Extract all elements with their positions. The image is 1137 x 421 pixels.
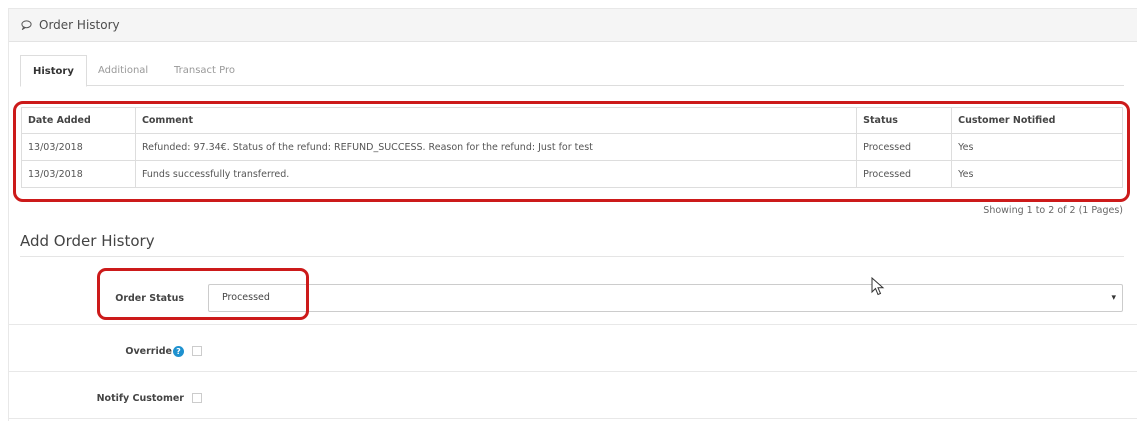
tab-transact-pro[interactable]: Transact Pro xyxy=(162,55,247,86)
cell-comment: Funds successfully transferred. xyxy=(134,160,858,188)
panel-title: Order History xyxy=(39,18,120,32)
column-header-customer-notified: Customer Notified xyxy=(951,107,1123,134)
column-header-date-added: Date Added xyxy=(21,107,136,134)
order-status-value: Processed xyxy=(222,292,270,303)
cell-notified: Yes xyxy=(951,133,1123,161)
history-table: Date Added Comment Status Customer Notif… xyxy=(21,107,1123,188)
panel-heading: Order History xyxy=(9,9,1137,42)
column-header-status: Status xyxy=(856,107,953,134)
tab-bar: History Additional Transact Pro xyxy=(20,55,1124,87)
notify-customer-checkbox[interactable] xyxy=(192,393,202,403)
cell-comment: Refunded: 97.34€. Status of the refund: … xyxy=(134,133,858,161)
order-status-select[interactable]: Processed ▾ xyxy=(208,284,1123,312)
dropdown-arrow-icon: ▾ xyxy=(1111,293,1116,303)
cell-date: 13/03/2018 xyxy=(21,133,136,161)
section-title: Add Order History xyxy=(20,232,155,250)
override-checkbox[interactable] xyxy=(192,346,202,356)
table-row: 13/03/2018 Funds successfully transferre… xyxy=(21,160,1123,188)
table-row: 13/03/2018 Refunded: 97.34€. Status of t… xyxy=(21,133,1123,161)
form-divider xyxy=(8,418,1137,419)
cell-date: 13/03/2018 xyxy=(21,160,136,188)
chat-bubble-icon xyxy=(21,20,32,30)
pagination-info: Showing 1 to 2 of 2 (1 Pages) xyxy=(983,205,1123,216)
column-header-comment: Comment xyxy=(134,107,858,134)
order-status-label: Order Status xyxy=(115,293,184,304)
section-divider xyxy=(20,256,1124,257)
form-divider xyxy=(8,324,1137,325)
cell-status: Processed xyxy=(856,133,953,161)
mouse-cursor-icon xyxy=(871,277,885,296)
cell-notified: Yes xyxy=(951,160,1123,188)
cell-status: Processed xyxy=(856,160,953,188)
help-icon[interactable]: ? xyxy=(173,346,184,357)
form-divider xyxy=(8,371,1137,372)
tab-history[interactable]: History xyxy=(20,55,87,87)
tab-additional[interactable]: Additional xyxy=(86,55,160,86)
override-label: Override xyxy=(125,346,172,357)
notify-customer-label: Notify Customer xyxy=(96,393,184,404)
table-header-row: Date Added Comment Status Customer Notif… xyxy=(21,107,1123,134)
